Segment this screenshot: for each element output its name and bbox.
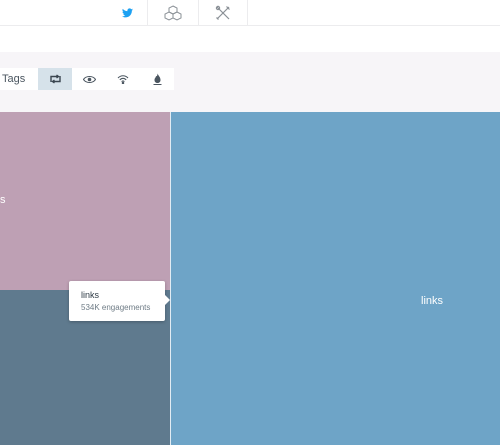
flame-icon bbox=[153, 73, 161, 85]
topbar-divider bbox=[247, 0, 248, 26]
engagement-toolbar: Tags bbox=[0, 68, 174, 90]
retweet-icon bbox=[49, 74, 61, 84]
eye-icon bbox=[82, 75, 96, 83]
twitter-button[interactable] bbox=[107, 0, 147, 26]
tags-button[interactable]: Tags bbox=[0, 68, 38, 90]
tools-icon bbox=[215, 5, 230, 20]
retweets-button[interactable] bbox=[38, 68, 72, 90]
reach-button[interactable] bbox=[106, 68, 140, 90]
impressions-button[interactable] bbox=[72, 68, 106, 90]
treemap-tile[interactable]: links bbox=[170, 112, 500, 445]
tile-label: links bbox=[421, 295, 444, 307]
treemap-tile[interactable]: s bbox=[0, 112, 170, 290]
tags-label: Tags bbox=[2, 73, 26, 85]
tools-button[interactable] bbox=[199, 0, 247, 26]
twitter-bird-icon bbox=[121, 8, 133, 18]
tile-label: s bbox=[0, 194, 6, 206]
cubes-icon bbox=[164, 5, 182, 21]
wifi-icon bbox=[117, 75, 129, 84]
engagement-treemap: s links bbox=[0, 112, 500, 445]
tooltip-title: links bbox=[81, 290, 100, 300]
tooltip-subtitle: 534K engagements bbox=[81, 303, 151, 312]
cubes-button[interactable] bbox=[148, 0, 198, 26]
top-bar bbox=[0, 0, 500, 26]
trending-button[interactable] bbox=[140, 68, 174, 90]
header-band bbox=[0, 27, 500, 52]
tooltip: links 534K engagements bbox=[69, 281, 170, 321]
